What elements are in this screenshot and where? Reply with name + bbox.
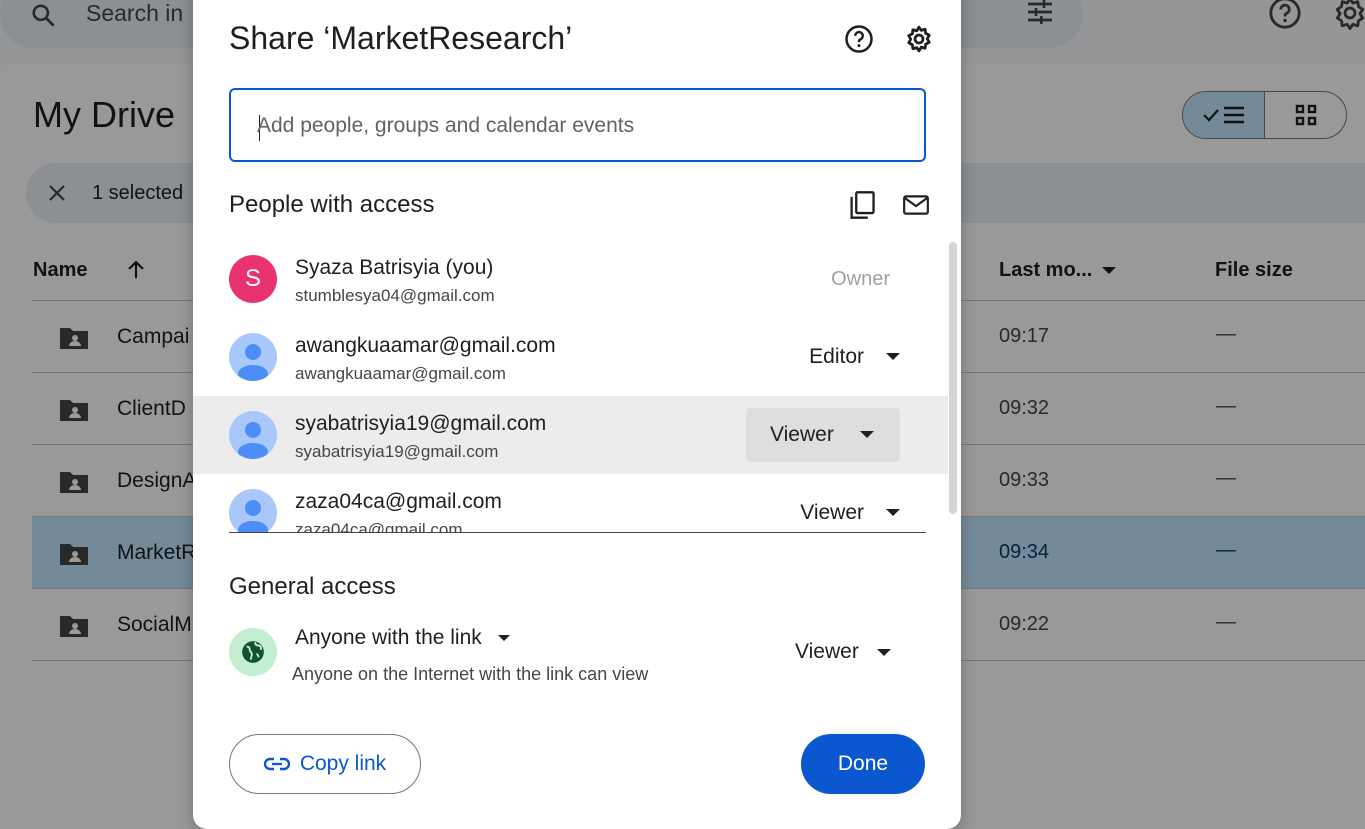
avatar xyxy=(229,333,277,381)
globe-icon xyxy=(229,628,277,676)
people-list: S Syaza Batrisyia (you) stumblesya04@gma… xyxy=(193,240,961,533)
role-value: Viewer xyxy=(800,501,864,524)
person-icon xyxy=(238,344,268,381)
add-people-field[interactable] xyxy=(229,88,926,162)
role-label: Owner xyxy=(831,267,890,290)
chevron-down-icon xyxy=(886,353,900,360)
person-name: Syaza Batrisyia (you) xyxy=(295,256,494,279)
share-dialog: Share ‘MarketResearch’ People with acces… xyxy=(193,0,961,829)
email-icon[interactable] xyxy=(902,192,930,218)
person-row: syabatrisyia19@gmail.com syabatrisyia19@… xyxy=(193,396,948,474)
scrollbar[interactable] xyxy=(949,242,957,514)
person-icon xyxy=(238,422,268,459)
role-dropdown[interactable]: Viewer xyxy=(800,486,900,533)
general-access-role-dropdown[interactable]: Viewer xyxy=(795,640,891,664)
avatar xyxy=(229,411,277,459)
copy-emails-icon[interactable] xyxy=(848,190,876,220)
general-access-heading: General access xyxy=(229,573,396,600)
copy-link-button[interactable]: Copy link xyxy=(229,734,421,794)
chevron-down-icon xyxy=(860,431,874,438)
dialog-title: Share ‘MarketResearch’ xyxy=(229,20,573,56)
role-value: Viewer xyxy=(770,423,834,446)
general-access-description: Anyone on the Internet with the link can… xyxy=(292,664,649,684)
chevron-down-icon xyxy=(876,648,891,656)
person-row: zaza04ca@gmail.com zaza04ca@gmail.com Vi… xyxy=(193,474,948,533)
person-email: stumblesya04@gmail.com xyxy=(295,286,495,305)
role-dropdown[interactable]: Editor xyxy=(809,330,900,384)
person-email: awangkuaamar@gmail.com xyxy=(295,364,506,383)
role-value: Viewer xyxy=(795,640,859,663)
person-row: awangkuaamar@gmail.com awangkuaamar@gmai… xyxy=(193,318,948,396)
person-name: awangkuaamar@gmail.com xyxy=(295,334,556,357)
add-people-input[interactable] xyxy=(257,108,897,144)
settings-icon[interactable] xyxy=(904,24,934,54)
avatar: S xyxy=(229,255,277,303)
person-email: syabatrisyia19@gmail.com xyxy=(295,442,499,461)
role-value: Editor xyxy=(809,345,864,368)
chevron-down-icon xyxy=(886,509,900,516)
people-heading: People with access xyxy=(229,191,435,218)
link-icon xyxy=(263,757,290,771)
person-name: syabatrisyia19@gmail.com xyxy=(295,412,547,435)
role-dropdown[interactable]: Viewer xyxy=(746,408,900,462)
person-row: S Syaza Batrisyia (you) stumblesya04@gma… xyxy=(193,240,948,318)
person-name: zaza04ca@gmail.com xyxy=(295,490,502,513)
avatar xyxy=(229,489,277,533)
help-icon[interactable] xyxy=(844,24,874,54)
done-button[interactable]: Done xyxy=(801,734,925,794)
list-divider xyxy=(229,532,926,533)
copy-link-label: Copy link xyxy=(299,752,387,775)
general-access-type: Anyone with the link xyxy=(295,626,482,649)
person-icon xyxy=(238,500,268,533)
general-access-dropdown[interactable]: Anyone with the link xyxy=(295,626,510,650)
chevron-down-icon xyxy=(497,635,510,641)
